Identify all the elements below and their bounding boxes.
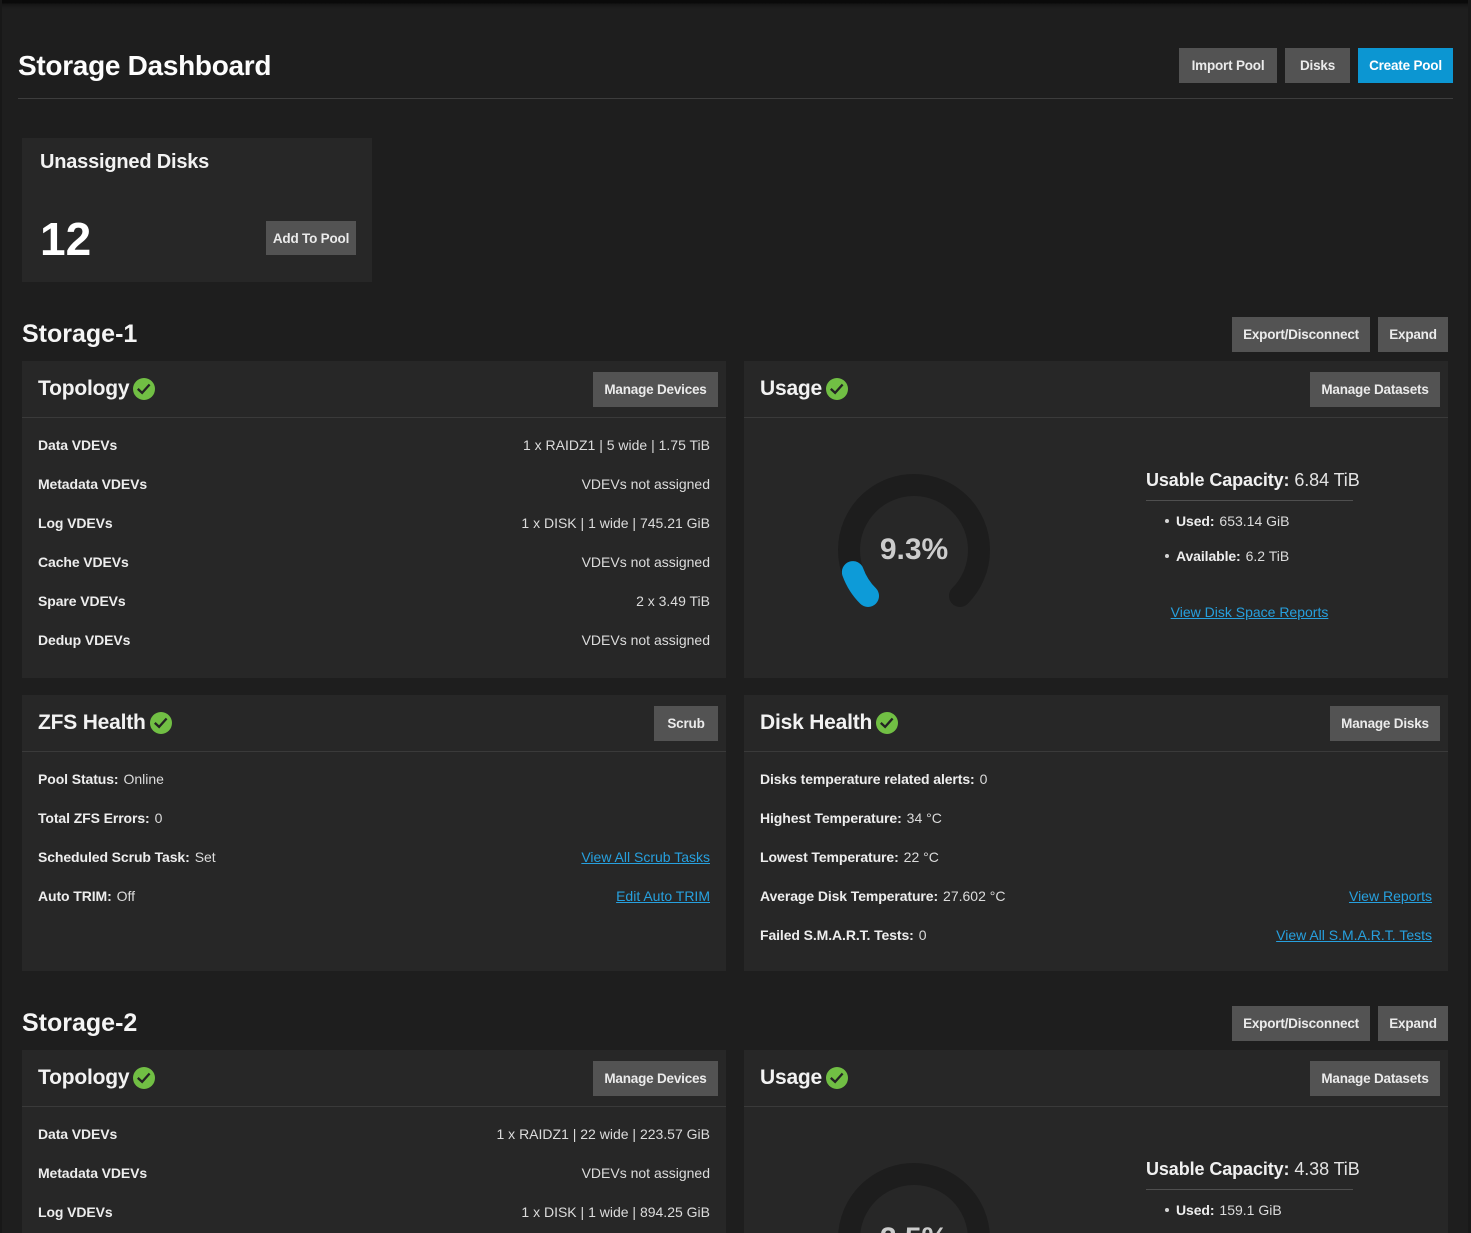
svg-text:9.3%: 9.3%	[880, 533, 948, 566]
svg-text:2.5%: 2.5%	[880, 1222, 948, 1233]
